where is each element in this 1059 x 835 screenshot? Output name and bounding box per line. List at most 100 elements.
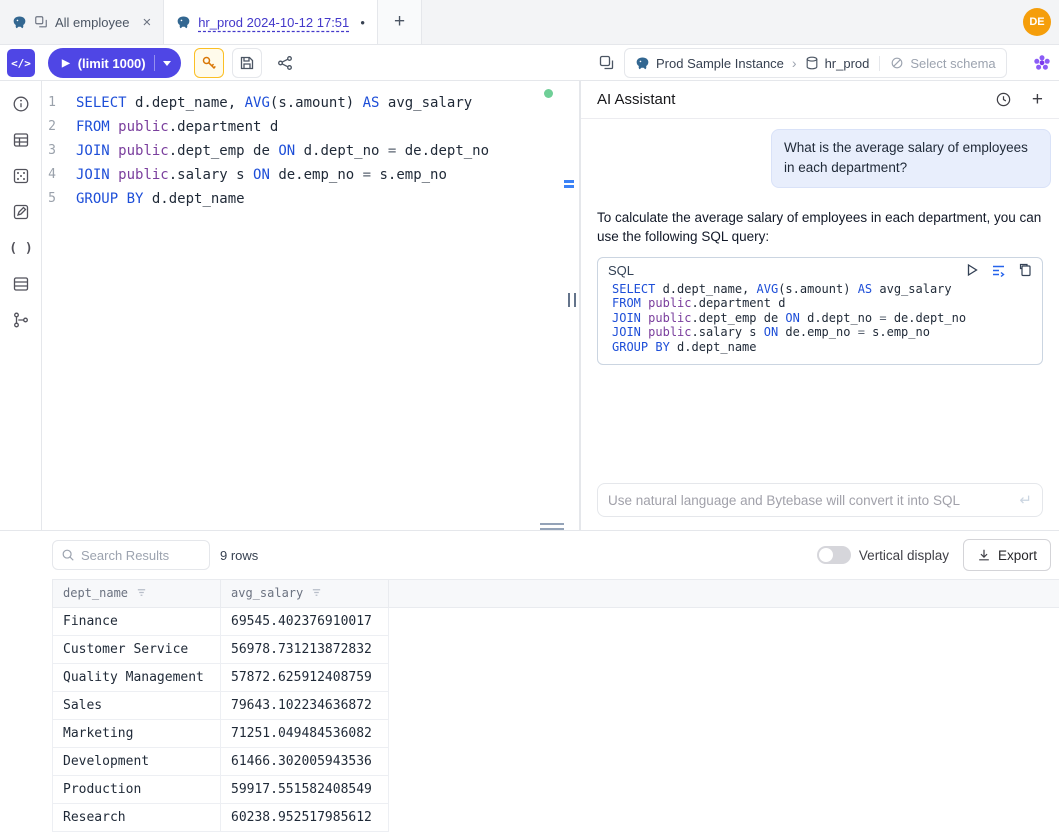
line-number: 5 — [42, 187, 76, 211]
grid-panel-button[interactable] — [0, 266, 42, 302]
editor-line: 3JOIN public.dept_emp de ON d.dept_no = … — [42, 139, 579, 163]
ai-assistant-toggle-button[interactable] — [1030, 51, 1054, 75]
table-cell[interactable]: Quality Management — [53, 664, 221, 692]
tab-label: hr_prod 2024-10-12 17:51 — [198, 15, 349, 30]
share-button[interactable] — [270, 48, 300, 78]
table-cell[interactable]: 59917.551582408549 — [221, 776, 389, 804]
format-button[interactable] — [592, 48, 622, 78]
sort-icon[interactable] — [136, 587, 147, 601]
line-number: 2 — [42, 115, 76, 139]
table-cell[interactable]: 69545.402376910017 — [221, 608, 389, 636]
editor-lines: 1SELECT d.dept_name, AVG(s.amount) AS av… — [42, 81, 579, 211]
ai-sql-line: SELECT d.dept_name, AVG(s.amount) AS avg… — [612, 282, 1032, 297]
table-row[interactable]: Customer Service56978.731213872832 — [53, 636, 1059, 664]
ai-sql-lines: SELECT d.dept_name, AVG(s.amount) AS avg… — [598, 278, 1042, 365]
table-row[interactable]: Research60238.952517985612 — [53, 804, 1059, 832]
admin-mode-button[interactable] — [194, 48, 224, 78]
run-sql-icon[interactable] — [965, 263, 979, 277]
close-icon[interactable]: × — [142, 15, 151, 30]
worksheet-button[interactable] — [0, 194, 42, 230]
tab-all-employee[interactable]: All employee × — [0, 0, 164, 44]
sql-card-label: SQL — [608, 263, 953, 278]
enter-icon[interactable]: ↵ — [1019, 491, 1032, 509]
table-cell[interactable]: Production — [53, 776, 221, 804]
copy-sql-icon[interactable] — [1018, 263, 1032, 277]
new-tab-button[interactable]: + — [378, 0, 422, 44]
table-row[interactable]: Marketing71251.049484536082 — [53, 720, 1059, 748]
search-results-input[interactable] — [81, 548, 201, 563]
results-panel: 9 rows Vertical display Export dept_name… — [0, 530, 1059, 835]
export-button[interactable]: Export — [963, 539, 1051, 571]
vertical-display-label: Vertical display — [859, 548, 949, 563]
editor-line: 2FROM public.department d — [42, 115, 579, 139]
save-button[interactable] — [232, 48, 262, 78]
results-tbody: Finance69545.402376910017Customer Servic… — [53, 608, 1059, 832]
table-cell[interactable]: Marketing — [53, 720, 221, 748]
results-toolbar: 9 rows Vertical display Export — [52, 539, 1051, 571]
table-row[interactable]: Quality Management57872.625912408759 — [53, 664, 1059, 692]
toolbar: </> ▶ (limit 1000) Prod Sample Instance … — [0, 45, 1059, 81]
instance-selector[interactable]: Prod Sample Instance — [635, 56, 784, 71]
vertical-resize-handle[interactable] — [568, 293, 576, 307]
table-cell[interactable]: Sales — [53, 692, 221, 720]
table-cell[interactable]: Development — [53, 748, 221, 776]
avatar[interactable]: DE — [1023, 8, 1051, 36]
schema-placeholder: Select schema — [910, 56, 995, 71]
line-number: 3 — [42, 139, 76, 163]
database-selector[interactable]: hr_prod — [805, 56, 870, 71]
schema-selector[interactable]: Select schema — [879, 56, 995, 71]
column-header-avg_salary[interactable]: avg_salary — [221, 580, 389, 608]
table-row[interactable]: Development61466.302005943536 — [53, 748, 1059, 776]
share-icon — [277, 55, 293, 71]
table-cell-filler — [389, 748, 1059, 776]
table-cell[interactable]: Research — [53, 804, 221, 832]
table-cell[interactable]: 61466.302005943536 — [221, 748, 389, 776]
assistant-message-text: To calculate the average salary of emplo… — [597, 208, 1043, 247]
table-cell[interactable]: 57872.625912408759 — [221, 664, 389, 692]
button-divider — [154, 55, 155, 71]
table-cell[interactable]: Customer Service — [53, 636, 221, 664]
sample-data-button[interactable] — [0, 158, 42, 194]
vertical-display-toggle[interactable] — [817, 546, 851, 564]
editor-status-dot — [544, 89, 553, 98]
save-icon — [239, 55, 255, 71]
chevron-down-icon[interactable] — [163, 61, 171, 66]
run-query-button[interactable]: ▶ (limit 1000) — [48, 48, 181, 78]
grid-icon — [12, 275, 30, 293]
ai-sql-line: JOIN public.salary s ON de.emp_no = s.em… — [612, 325, 1032, 340]
table-panel-button[interactable] — [0, 122, 42, 158]
table-cell[interactable]: 79643.102234636872 — [221, 692, 389, 720]
sql-editor[interactable]: 1SELECT d.dept_name, AVG(s.amount) AS av… — [42, 81, 580, 530]
line-number: 1 — [42, 91, 76, 115]
tab-hr-prod[interactable]: hr_prod 2024-10-12 17:51 ● — [164, 0, 378, 44]
insert-sql-icon[interactable] — [991, 263, 1006, 278]
database-name: hr_prod — [825, 56, 870, 71]
table-row[interactable]: Production59917.551582408549 — [53, 776, 1059, 804]
table-cell-filler — [389, 636, 1059, 664]
editor-line: 4JOIN public.salary s ON de.emp_no = s.e… — [42, 163, 579, 187]
flow-button[interactable] — [0, 302, 42, 338]
table-cell[interactable]: 60238.952517985612 — [221, 804, 389, 832]
table-cell[interactable]: 56978.731213872832 — [221, 636, 389, 664]
table-row[interactable]: Sales79643.102234636872 — [53, 692, 1059, 720]
new-chat-plus-icon[interactable]: + — [1032, 90, 1043, 109]
column-header-filler — [389, 580, 1059, 608]
column-header-dept_name[interactable]: dept_name — [53, 580, 221, 608]
editor-line: 5GROUP BY d.dept_name — [42, 187, 579, 211]
sort-icon[interactable] — [311, 587, 322, 601]
ai-prompt-input[interactable] — [608, 493, 1011, 508]
functions-button[interactable]: ( ) — [0, 230, 42, 266]
table-row[interactable]: Finance69545.402376910017 — [53, 608, 1059, 636]
user-message-bubble: What is the average salary of employees … — [771, 129, 1051, 188]
table-cell[interactable]: 71251.049484536082 — [221, 720, 389, 748]
info-panel-button[interactable] — [0, 86, 42, 122]
editor-line: 1SELECT d.dept_name, AVG(s.amount) AS av… — [42, 91, 579, 115]
sql-editor-toggle-button[interactable]: </> — [7, 49, 35, 77]
breadcrumb-separator: › — [792, 55, 797, 71]
table-cell[interactable]: Finance — [53, 608, 221, 636]
postgres-icon — [12, 15, 27, 30]
edit-square-icon — [12, 203, 30, 221]
history-clock-icon[interactable] — [995, 91, 1012, 108]
instance-name: Prod Sample Instance — [656, 56, 784, 71]
horizontal-resize-handle[interactable] — [540, 523, 564, 530]
